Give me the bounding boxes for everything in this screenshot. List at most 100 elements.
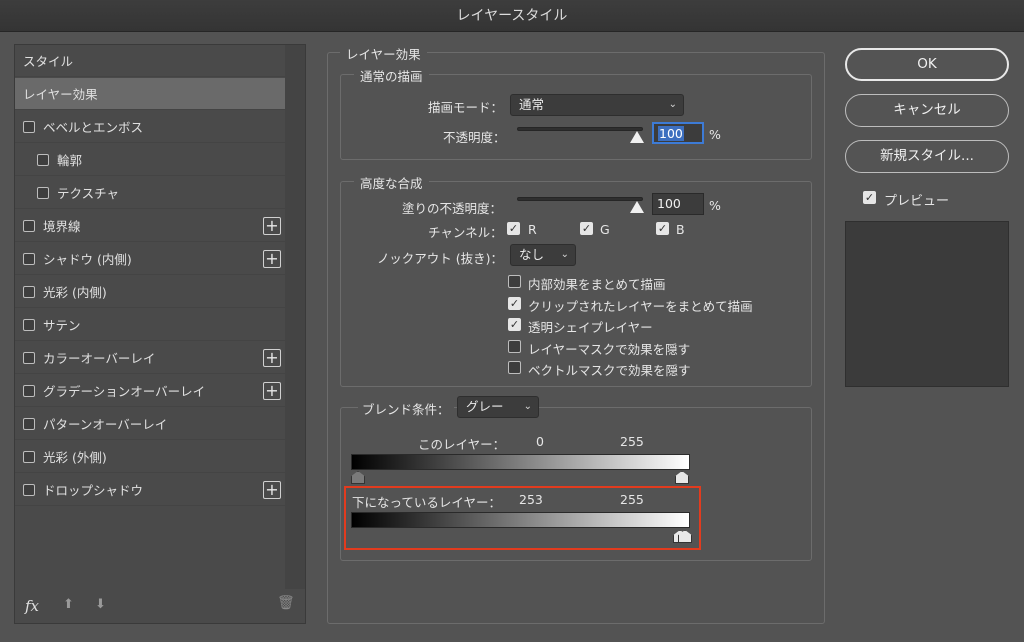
normal-blend-group (340, 74, 812, 160)
style-list-item[interactable]: カラーオーバーレイ + (15, 342, 285, 374)
style-list-item[interactable]: レイヤー効果 (15, 78, 285, 110)
style-checkbox[interactable] (23, 384, 35, 397)
opacity-percent: % (709, 127, 721, 142)
style-checkbox[interactable] (23, 285, 35, 298)
fill-opacity-slider[interactable] (517, 197, 643, 201)
channel-r-checkbox[interactable]: ✓ (507, 222, 520, 235)
style-preview-box (845, 221, 1009, 387)
advanced-option-label: クリップされたレイヤーをまとめて描画 (528, 298, 753, 314)
advanced-option-label: 透明シェイプレイヤー (528, 320, 653, 335)
style-list-item-label: 境界線 (43, 219, 81, 234)
fill-opacity-percent: % (709, 198, 721, 213)
blend-mode-select[interactable]: 通常 ⌄ (510, 94, 684, 116)
style-checkbox[interactable] (23, 219, 35, 232)
add-effect-plus-icon[interactable]: + (263, 217, 281, 235)
opacity-slider-thumb[interactable] (630, 131, 644, 143)
style-list-item-label: グラデーションオーバーレイ (43, 384, 206, 399)
fill-opacity-value: 100 (657, 196, 681, 211)
style-checkbox[interactable] (23, 417, 35, 430)
this-layer-max: 255 (620, 434, 644, 449)
style-checkbox[interactable] (23, 351, 35, 364)
style-list-item[interactable]: 光彩 (内側) (15, 276, 285, 308)
fx-icon[interactable]: fx (25, 597, 39, 615)
add-effect-plus-icon[interactable]: + (263, 349, 281, 367)
advanced-option-checkbox[interactable]: ✓ (508, 296, 521, 310)
style-list-item[interactable]: テクスチャ (15, 177, 285, 209)
style-list-item[interactable]: 光彩 (外側) (15, 441, 285, 473)
style-list-item[interactable]: スタイル (15, 45, 285, 77)
this-layer-gradient (351, 454, 690, 470)
style-list-panel: スタイルレイヤー効果ベベルとエンボス輪郭テクスチャ境界線 + シャドウ (内側) + 光… (14, 44, 306, 624)
this-layer-label: このレイヤー： (418, 437, 506, 452)
advanced-option-label: ベクトルマスクで効果を隠す (528, 363, 691, 378)
style-list-item[interactable]: ベベルとエンボス (15, 111, 285, 143)
opacity-input[interactable]: 100 (652, 122, 704, 144)
blend-if-select[interactable]: グレー ⌄ (457, 396, 539, 418)
ok-button[interactable]: OK (845, 48, 1009, 81)
chevron-down-icon: ⌄ (523, 401, 532, 412)
knockout-label: ノックアウト (抜き)： (377, 251, 503, 266)
style-list-toolbar: fx ⬆ ⬇ 🗑 (15, 589, 305, 623)
this-layer-min: 0 (536, 434, 544, 449)
style-list-item-label: スタイル (23, 54, 74, 69)
opacity-label: 不透明度： (443, 130, 506, 145)
opacity-value: 100 (658, 126, 684, 141)
cancel-button[interactable]: キャンセル (845, 94, 1009, 127)
style-checkbox[interactable] (23, 483, 35, 496)
advanced-option-checkbox[interactable] (508, 361, 521, 374)
style-checkbox[interactable] (23, 318, 35, 331)
style-list-item-label: サテン (43, 318, 81, 333)
normal-blend-title: 通常の描画 (354, 66, 429, 85)
fill-opacity-slider-thumb[interactable] (630, 201, 644, 213)
advanced-option-checkbox[interactable] (508, 339, 521, 353)
advanced-blend-title: 高度な合成 (354, 173, 429, 192)
style-list-item[interactable]: 輪郭 (15, 144, 285, 176)
add-effect-plus-icon[interactable]: + (263, 382, 281, 400)
style-list-item[interactable]: サテン (15, 309, 285, 341)
style-list-item-label: 輪郭 (57, 153, 83, 168)
style-checkbox[interactable] (37, 153, 49, 166)
chevron-down-icon: ⌄ (560, 249, 569, 260)
knockout-select[interactable]: なし ⌄ (510, 244, 576, 266)
fill-opacity-label: 塗りの不透明度： (402, 201, 503, 216)
fill-opacity-input[interactable]: 100 (652, 193, 704, 215)
style-list-item[interactable]: 境界線 + (15, 210, 285, 242)
blend-if-label: ブレンド条件： (358, 399, 454, 418)
style-list-item[interactable]: グラデーションオーバーレイ + (15, 375, 285, 407)
style-list-item[interactable]: パターンオーバーレイ (15, 408, 285, 440)
blend-mode-label: 描画モード： (428, 100, 504, 115)
channel-g-checkbox[interactable]: ✓ (580, 222, 593, 235)
add-effect-plus-icon[interactable]: + (263, 250, 281, 268)
move-up-icon[interactable]: ⬆ (63, 597, 74, 612)
style-list-item[interactable]: シャドウ (内側) + (15, 243, 285, 275)
new-style-button[interactable]: 新規スタイル... (845, 140, 1009, 173)
opacity-slider[interactable] (517, 127, 643, 131)
advanced-option-checkbox[interactable]: ✓ (508, 318, 521, 331)
advanced-option-checkbox[interactable] (508, 275, 521, 288)
chevron-down-icon: ⌄ (668, 99, 677, 110)
channel-b-checkbox[interactable]: ✓ (656, 222, 669, 235)
style-list-item-label: シャドウ (内側) (43, 252, 132, 267)
add-effect-plus-icon[interactable]: + (263, 481, 281, 499)
style-checkbox[interactable] (23, 252, 35, 265)
style-list-scrollbar[interactable] (285, 45, 305, 589)
style-checkbox[interactable] (23, 120, 35, 133)
move-down-icon[interactable]: ⬇ (95, 597, 106, 612)
preview-checkbox[interactable]: ✓ (863, 191, 876, 204)
blend-if-value: グレー (466, 399, 504, 414)
channel-b-label: B (676, 222, 685, 237)
style-list-item-label: ベベルとエンボス (43, 120, 144, 135)
knockout-value: なし (519, 247, 545, 262)
annotation-highlight-box (344, 486, 701, 550)
style-list-item-label: カラーオーバーレイ (43, 351, 156, 366)
trash-icon[interactable]: 🗑 (277, 595, 295, 611)
preview-label: プレビュー (884, 194, 950, 209)
style-list-item[interactable]: ドロップシャドウ + (15, 474, 285, 506)
style-checkbox[interactable] (37, 186, 49, 199)
style-checkbox[interactable] (23, 450, 35, 463)
blend-mode-value: 通常 (519, 97, 545, 112)
style-list-item-label: ドロップシャドウ (43, 483, 144, 498)
advanced-option-label: 内部効果をまとめて描画 (528, 277, 666, 292)
channel-r-label: R (528, 222, 537, 237)
style-list-item-label: 光彩 (内側) (43, 285, 107, 300)
